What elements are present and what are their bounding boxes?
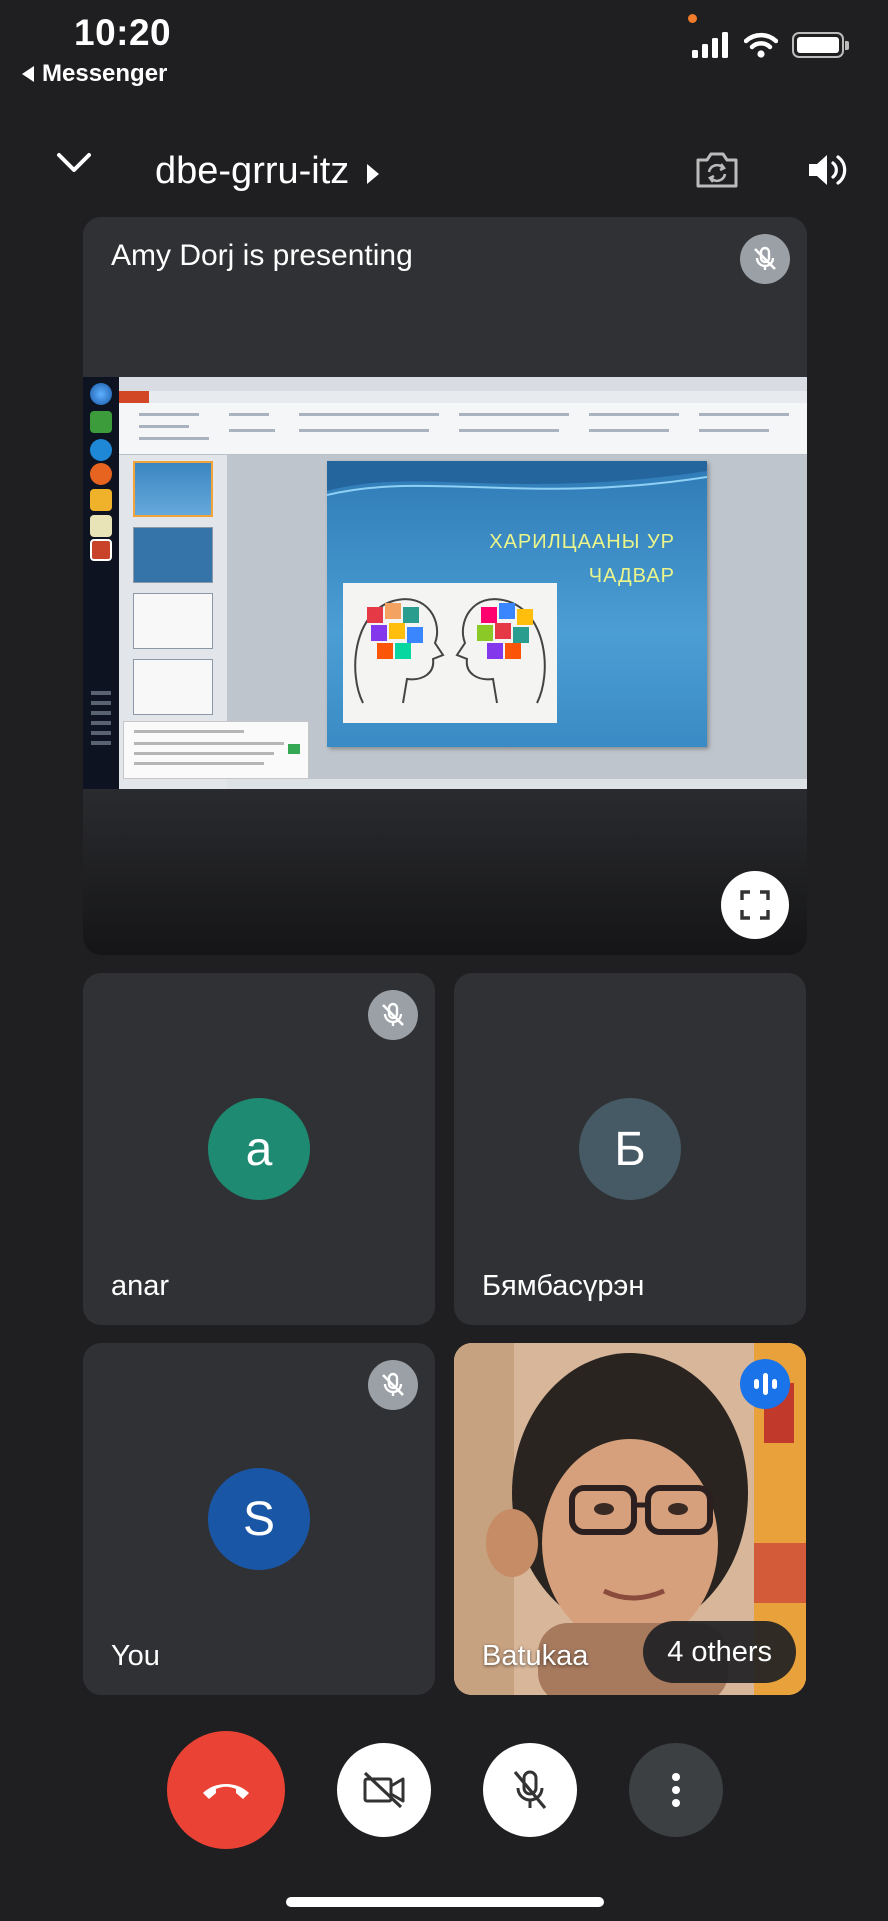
avatar: a — [208, 1098, 310, 1200]
shared-screen: ХАРИЛЦААНЫ УР ЧАДВАР — [83, 377, 807, 789]
back-app-label: Messenger — [42, 60, 168, 87]
recording-indicator-dot — [688, 14, 697, 23]
status-time: 10:20 — [74, 12, 172, 53]
participant-tile-batukaa[interactable]: Batukaa 4 others — [454, 1343, 806, 1695]
windows-taskbar — [83, 377, 119, 789]
speaker-icon — [809, 155, 847, 185]
back-to-app-link[interactable]: Messenger — [22, 60, 167, 88]
caret-right-icon — [367, 163, 380, 184]
collapse-button[interactable] — [56, 152, 92, 179]
participant-tile-anar[interactable]: a anar — [83, 973, 435, 1325]
slide-area: ХАРИЛЦААНЫ УР ЧАДВАР — [227, 455, 807, 789]
mic-off-icon — [513, 1770, 547, 1810]
participant-tile-byambasuren[interactable]: Б Бямбасүрэн — [454, 973, 806, 1325]
wifi-icon — [744, 32, 778, 58]
brain-illustration — [343, 583, 557, 723]
avatar: S — [208, 1468, 310, 1570]
end-call-button[interactable] — [167, 1731, 285, 1849]
switch-camera-icon — [696, 152, 738, 188]
speaking-indicator — [740, 1359, 790, 1409]
participant-name: Batukaa — [482, 1640, 589, 1672]
meeting-code: dbe-grru-itz — [155, 150, 350, 192]
status-icons — [692, 32, 849, 58]
camera-toggle-button[interactable] — [337, 1743, 431, 1837]
home-indicator[interactable] — [286, 1897, 604, 1907]
presentation-tile[interactable]: Amy Dorj is presenting ХАРИЛЦААНЫ УР ЧАД… — [83, 217, 807, 955]
mic-off-icon — [754, 246, 776, 270]
presenting-notification — [123, 721, 309, 779]
others-button[interactable]: 4 others — [643, 1621, 796, 1683]
presenter-label: Amy Dorj is presenting — [111, 239, 413, 272]
muted-badge — [368, 1360, 418, 1410]
mic-off-icon — [382, 1002, 404, 1026]
muted-badge — [368, 990, 418, 1040]
switch-camera-button[interactable] — [694, 150, 740, 195]
participant-tile-you[interactable]: S You — [83, 1343, 435, 1695]
hang-up-icon — [203, 1784, 249, 1799]
participant-name: anar — [111, 1270, 170, 1302]
battery-icon — [792, 32, 849, 58]
mic-toggle-button[interactable] — [483, 1743, 577, 1837]
participant-name: Бямбасүрэн — [482, 1270, 645, 1302]
more-vert-icon — [672, 1773, 680, 1807]
audio-output-button[interactable] — [806, 150, 850, 195]
fullscreen-button[interactable] — [721, 871, 789, 939]
chevron-down-icon — [57, 153, 91, 172]
current-slide: ХАРИЛЦААНЫ УР ЧАДВАР — [327, 461, 707, 747]
signal-icon — [692, 32, 728, 58]
muted-badge — [740, 234, 790, 284]
mic-off-icon — [382, 1372, 404, 1396]
meeting-info-button[interactable]: dbe-grru-itz — [155, 150, 380, 193]
avatar: Б — [579, 1098, 681, 1200]
back-arrow-icon — [22, 66, 34, 82]
more-options-button[interactable] — [629, 1743, 723, 1837]
camera-off-icon — [363, 1771, 405, 1809]
participant-name: You — [111, 1640, 160, 1672]
fullscreen-icon — [740, 890, 770, 920]
